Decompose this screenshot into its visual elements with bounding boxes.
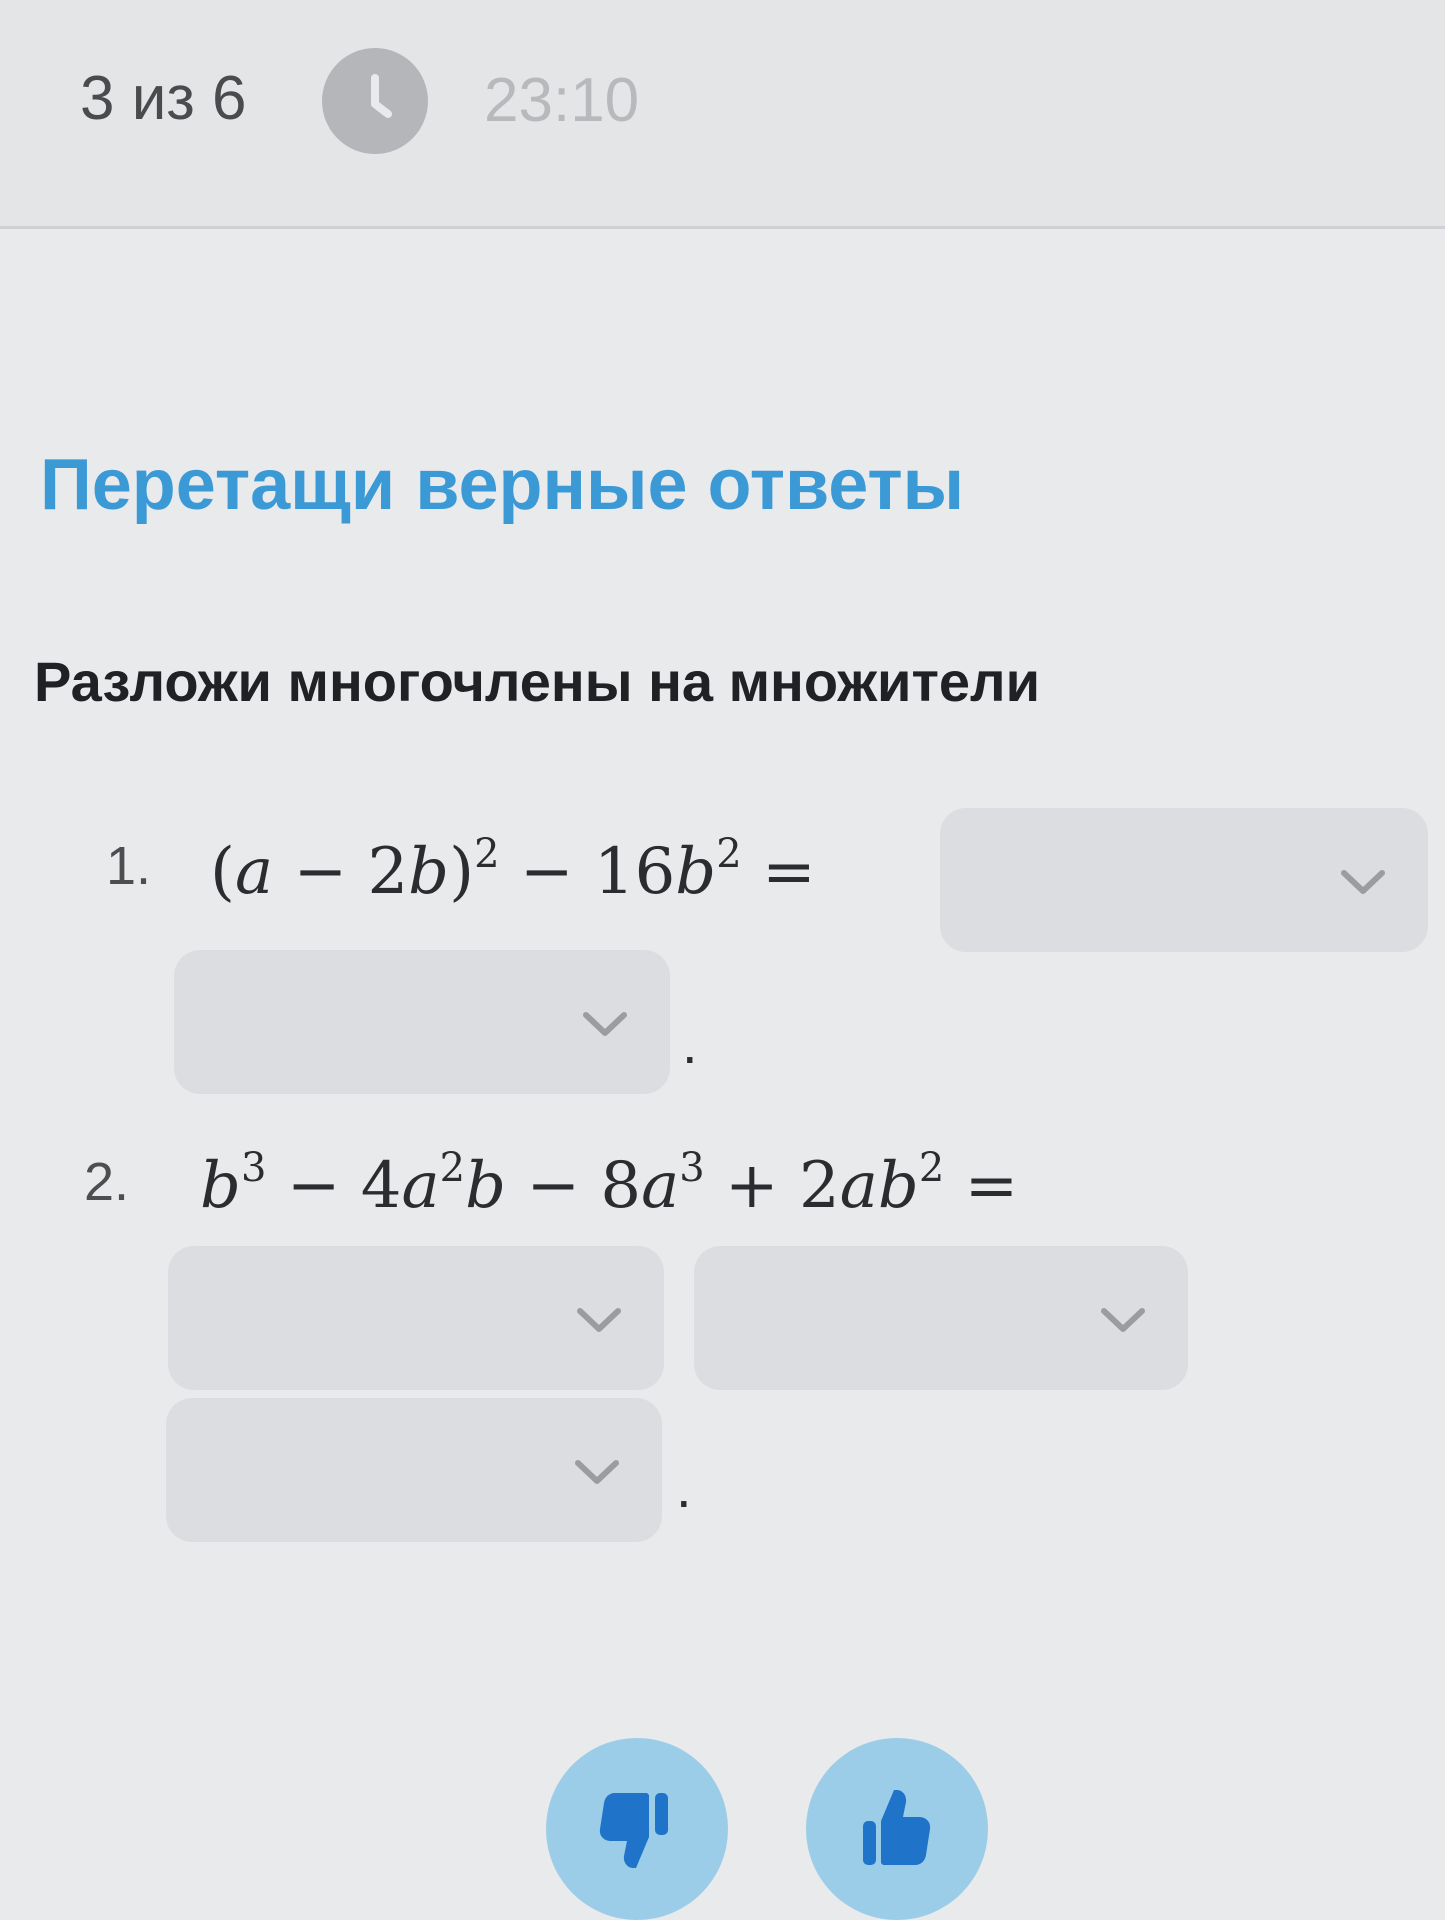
clock-icon <box>322 48 428 154</box>
chevron-down-icon <box>575 1460 619 1484</box>
thumbs-up-icon <box>863 1790 931 1865</box>
question-counter: 3 из 6 <box>80 64 247 133</box>
dislike-button[interactable] <box>546 1738 728 1920</box>
thumbs-down-icon <box>599 1793 668 1868</box>
problem-2-terminator: . <box>676 1456 692 1519</box>
problem-1-terminator: . <box>682 1012 698 1075</box>
answer-dropdown-2b[interactable] <box>694 1246 1188 1390</box>
chevron-down-icon <box>1341 870 1385 894</box>
answer-dropdown-2c[interactable] <box>166 1398 662 1542</box>
timer: 23:10 <box>484 66 640 135</box>
chevron-down-icon <box>1101 1308 1145 1332</box>
problem-1-expression: (a − 2b)2 − 16b2 = <box>210 831 816 909</box>
answer-dropdown-1b[interactable] <box>174 950 670 1094</box>
problem-2-number: 2. <box>84 1152 130 1212</box>
task-instruction: Разложи многочлены на множители <box>34 650 1041 713</box>
chevron-down-icon <box>577 1308 621 1332</box>
header-divider <box>0 226 1445 229</box>
answer-dropdown-1a[interactable] <box>940 808 1428 952</box>
answer-dropdown-2a[interactable] <box>168 1246 664 1390</box>
chevron-down-icon <box>583 1012 627 1036</box>
like-button[interactable] <box>806 1738 988 1920</box>
page-title: Перетащи верные ответы <box>40 445 965 525</box>
problem-2-expression: b3 − 4a2b − 8a3 + 2ab2 = <box>200 1145 1019 1223</box>
problem-1-number: 1. <box>106 836 152 896</box>
